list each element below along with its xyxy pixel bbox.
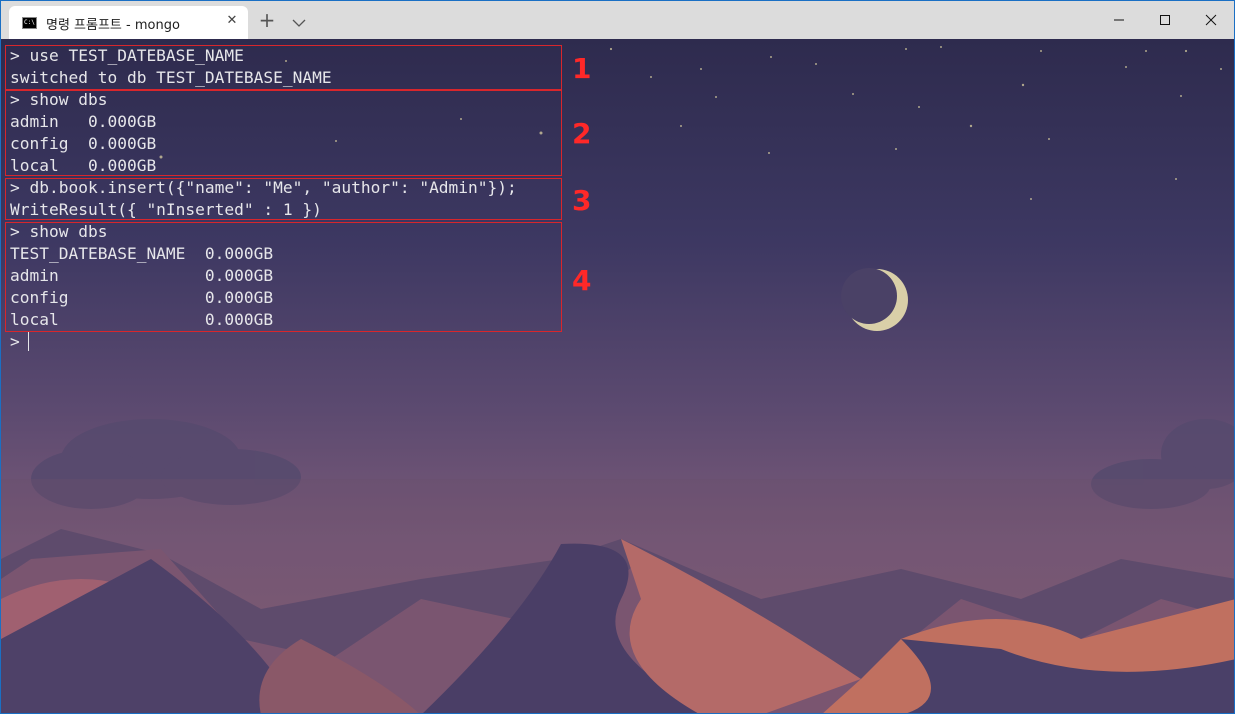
tab-close-icon[interactable]: ✕ bbox=[224, 13, 240, 29]
annotation-label-4: 4 bbox=[572, 264, 592, 297]
cmd-icon: C:\ bbox=[22, 17, 37, 29]
new-tab-button[interactable]: + bbox=[257, 10, 277, 30]
annotation-label-3: 3 bbox=[572, 184, 592, 217]
close-icon bbox=[1205, 14, 1217, 26]
terminal-window: C:\ 명령 프롬프트 - mongo ✕ + > use TEST_DATEB… bbox=[0, 0, 1235, 714]
minimize-icon bbox=[1114, 19, 1124, 21]
minimize-button[interactable] bbox=[1096, 1, 1142, 39]
maximize-button[interactable] bbox=[1142, 1, 1188, 39]
highlight-box-4 bbox=[5, 222, 562, 332]
close-button[interactable] bbox=[1188, 1, 1234, 39]
chevron-down-icon[interactable] bbox=[291, 13, 307, 29]
terminal-pane[interactable]: > use TEST_DATEBASE_NAME switched to db T… bbox=[1, 39, 1234, 713]
annotation-label-2: 2 bbox=[572, 117, 592, 150]
highlight-box-3 bbox=[5, 178, 562, 220]
title-bar[interactable]: C:\ 명령 프롬프트 - mongo ✕ + bbox=[1, 1, 1234, 39]
tab-title: 명령 프롬프트 - mongo bbox=[46, 18, 180, 33]
annotation-label-1: 1 bbox=[572, 52, 592, 85]
highlight-box-1 bbox=[5, 45, 562, 90]
prompt-line[interactable]: > bbox=[10, 331, 517, 353]
prompt: > bbox=[10, 332, 20, 351]
text-cursor bbox=[27, 331, 29, 351]
highlight-box-2 bbox=[5, 90, 562, 176]
maximize-icon bbox=[1160, 15, 1170, 25]
tab-mongo[interactable]: C:\ 명령 프롬프트 - mongo ✕ bbox=[9, 6, 248, 39]
